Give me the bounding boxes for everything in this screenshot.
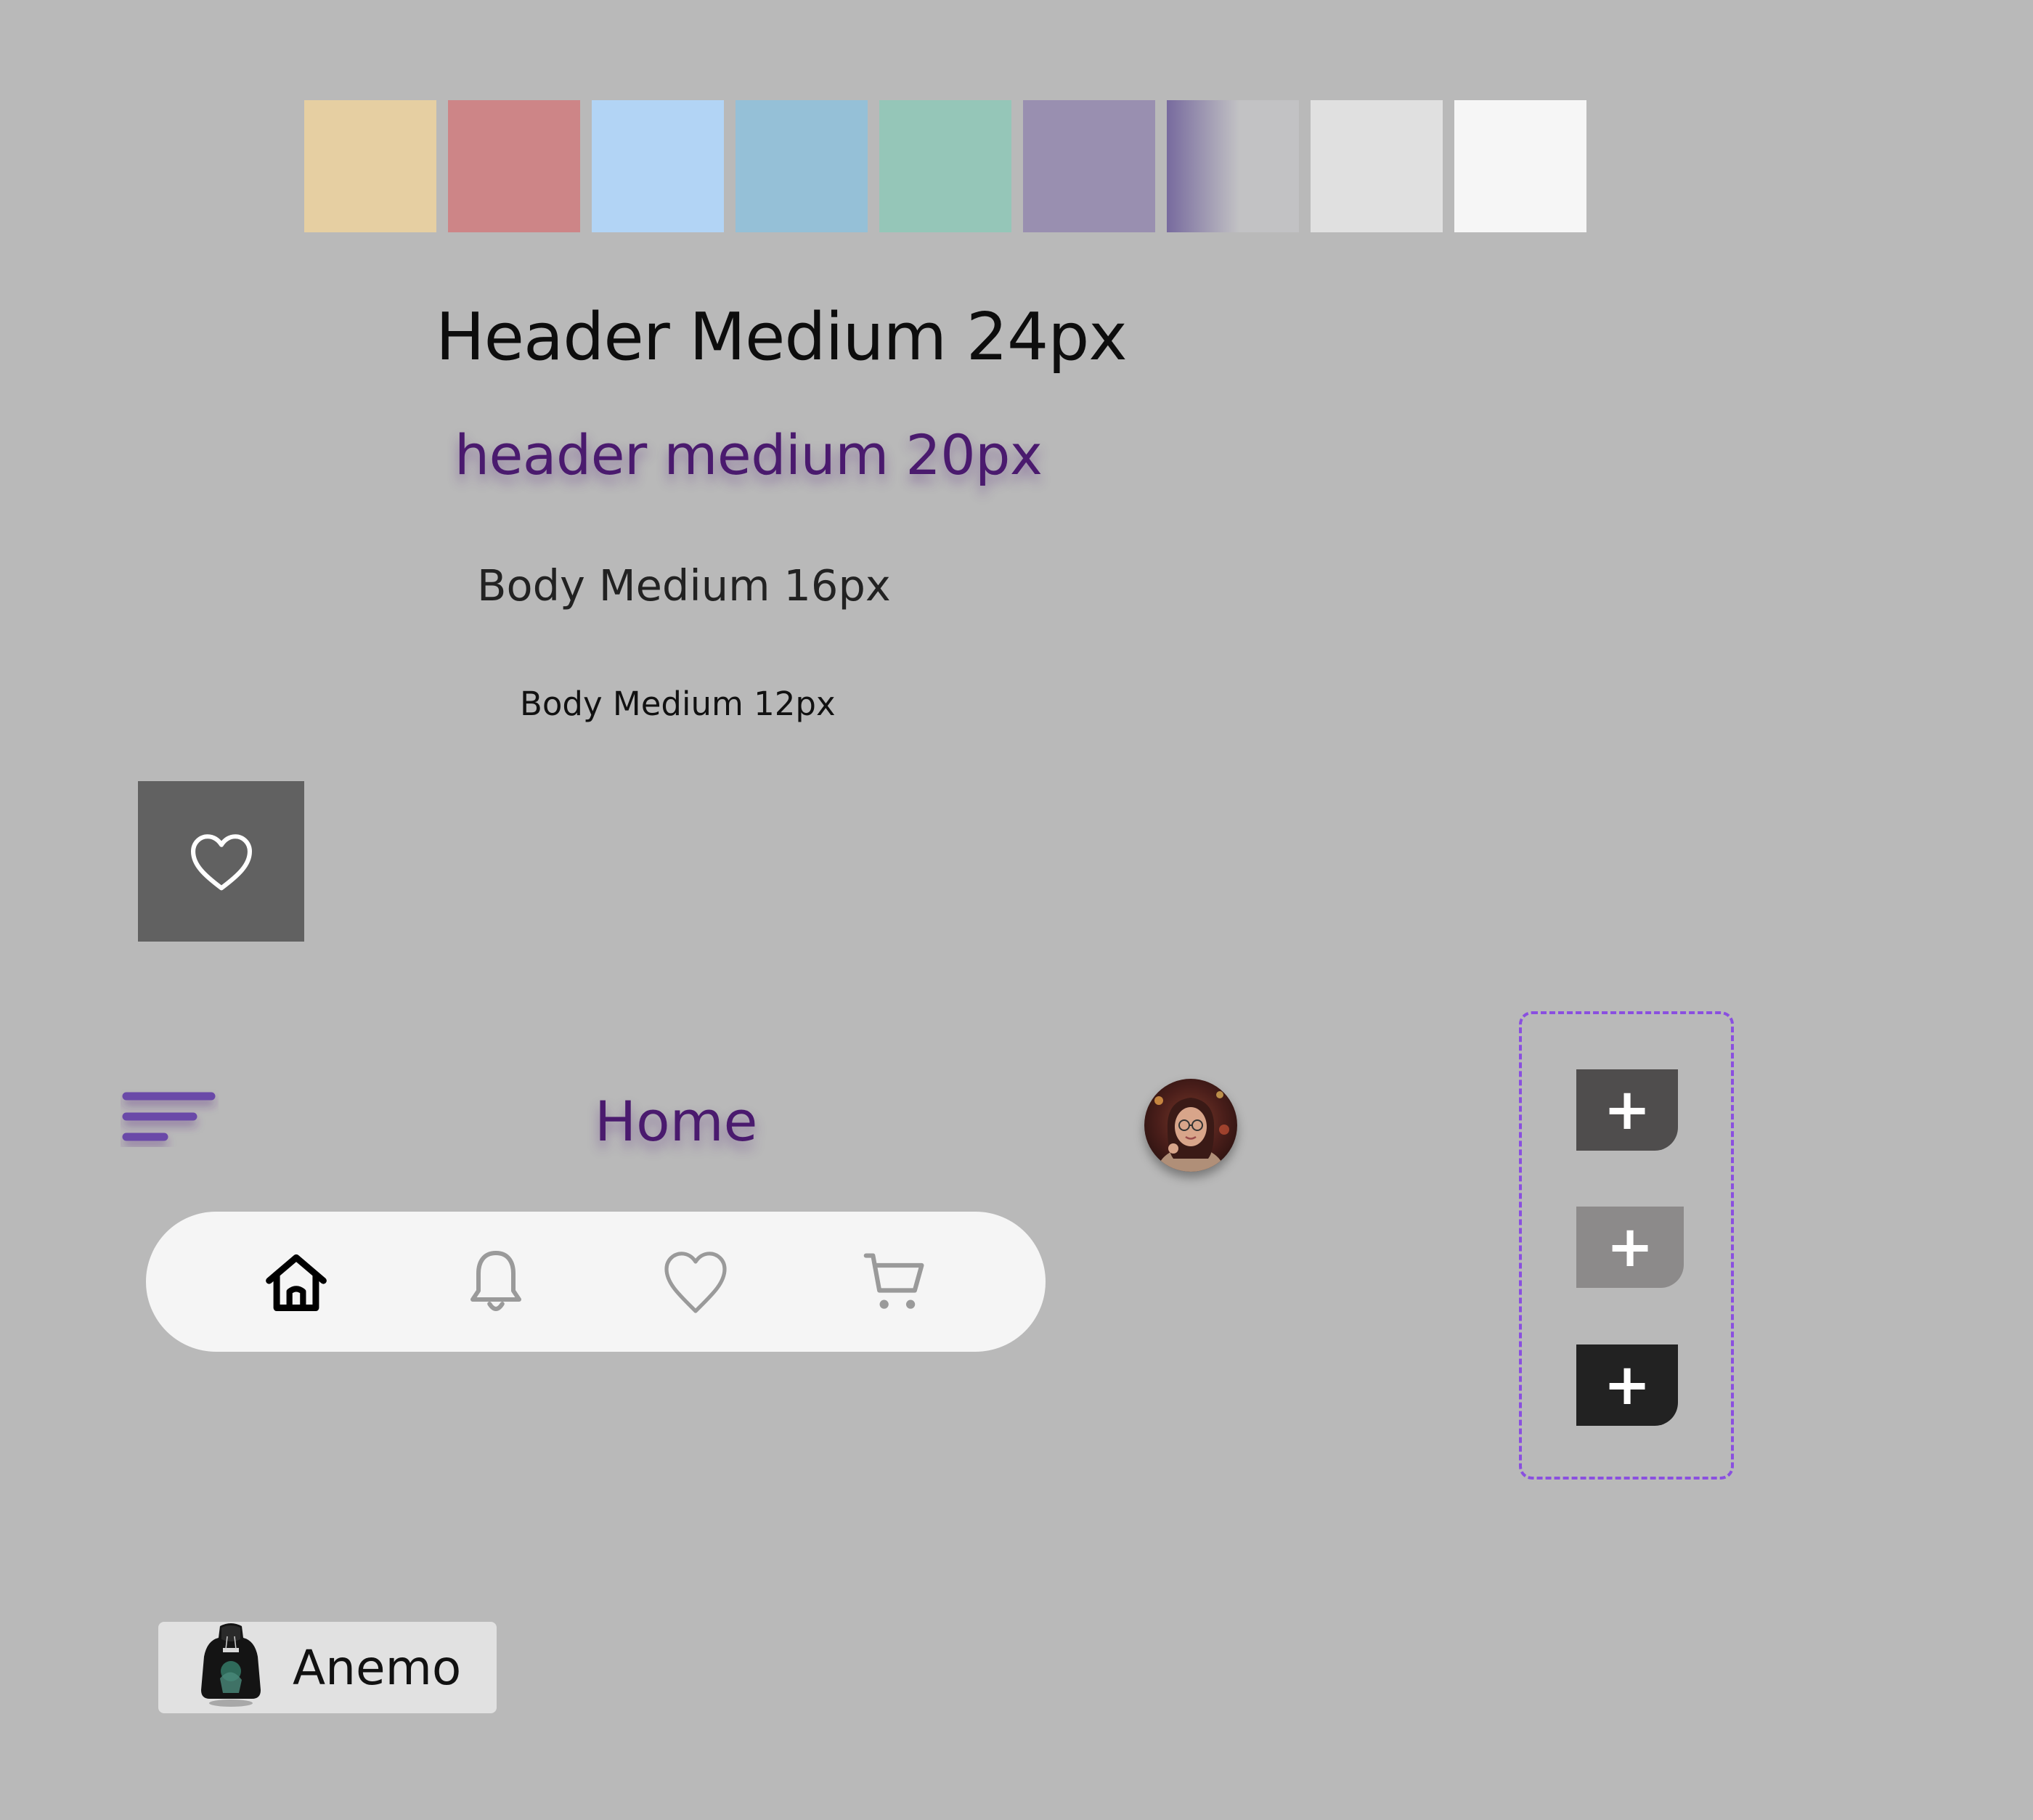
swatch-rose — [448, 100, 580, 232]
plus-icon: + — [1603, 1352, 1651, 1418]
swatch-light-gray — [1311, 100, 1443, 232]
swatch-mint — [879, 100, 1011, 232]
nav-notifications[interactable] — [456, 1242, 536, 1322]
avatar[interactable] — [1144, 1079, 1237, 1172]
add-button-hover[interactable]: + — [1576, 1207, 1684, 1288]
cart-icon — [863, 1253, 924, 1309]
menu-button[interactable] — [121, 1089, 219, 1147]
add-button-default[interactable]: + — [1576, 1069, 1678, 1151]
typography-body-16: Body Medium 16px — [477, 560, 891, 611]
typography-body-12: Body Medium 12px — [520, 685, 836, 723]
heart-icon — [664, 1251, 727, 1313]
menu-lines-icon — [122, 1092, 216, 1141]
swatch-light-blue — [592, 100, 724, 232]
element-chip[interactable]: Anemo — [158, 1622, 497, 1713]
bottom-navigation — [146, 1212, 1046, 1352]
user-avatar-image — [1144, 1079, 1237, 1172]
heart-outline-icon — [190, 833, 252, 890]
swatch-off-white — [1454, 100, 1586, 232]
color-palette — [304, 100, 1586, 232]
page-title: Home — [595, 1089, 758, 1154]
swatch-gradient — [1167, 100, 1299, 232]
add-button-variants: + + + — [1519, 1011, 1734, 1480]
nav-home[interactable] — [256, 1242, 336, 1322]
typography-header-24: Header Medium 24px — [436, 299, 1128, 375]
swatch-lavender — [1023, 100, 1155, 232]
favorite-button[interactable] — [138, 781, 304, 942]
bell-icon — [470, 1250, 522, 1311]
plus-icon: + — [1606, 1215, 1654, 1280]
swatch-sand — [304, 100, 436, 232]
swatch-steel-blue — [736, 100, 868, 232]
typography-header-20: header medium 20px — [455, 423, 1043, 487]
home-icon — [266, 1254, 327, 1311]
add-button-pressed[interactable]: + — [1576, 1344, 1678, 1426]
hoodie-thumbnail — [201, 1623, 261, 1707]
chip-label: Anemo — [293, 1639, 462, 1696]
plus-icon: + — [1603, 1077, 1651, 1143]
nav-favorites[interactable] — [656, 1242, 736, 1322]
nav-cart[interactable] — [855, 1242, 935, 1322]
